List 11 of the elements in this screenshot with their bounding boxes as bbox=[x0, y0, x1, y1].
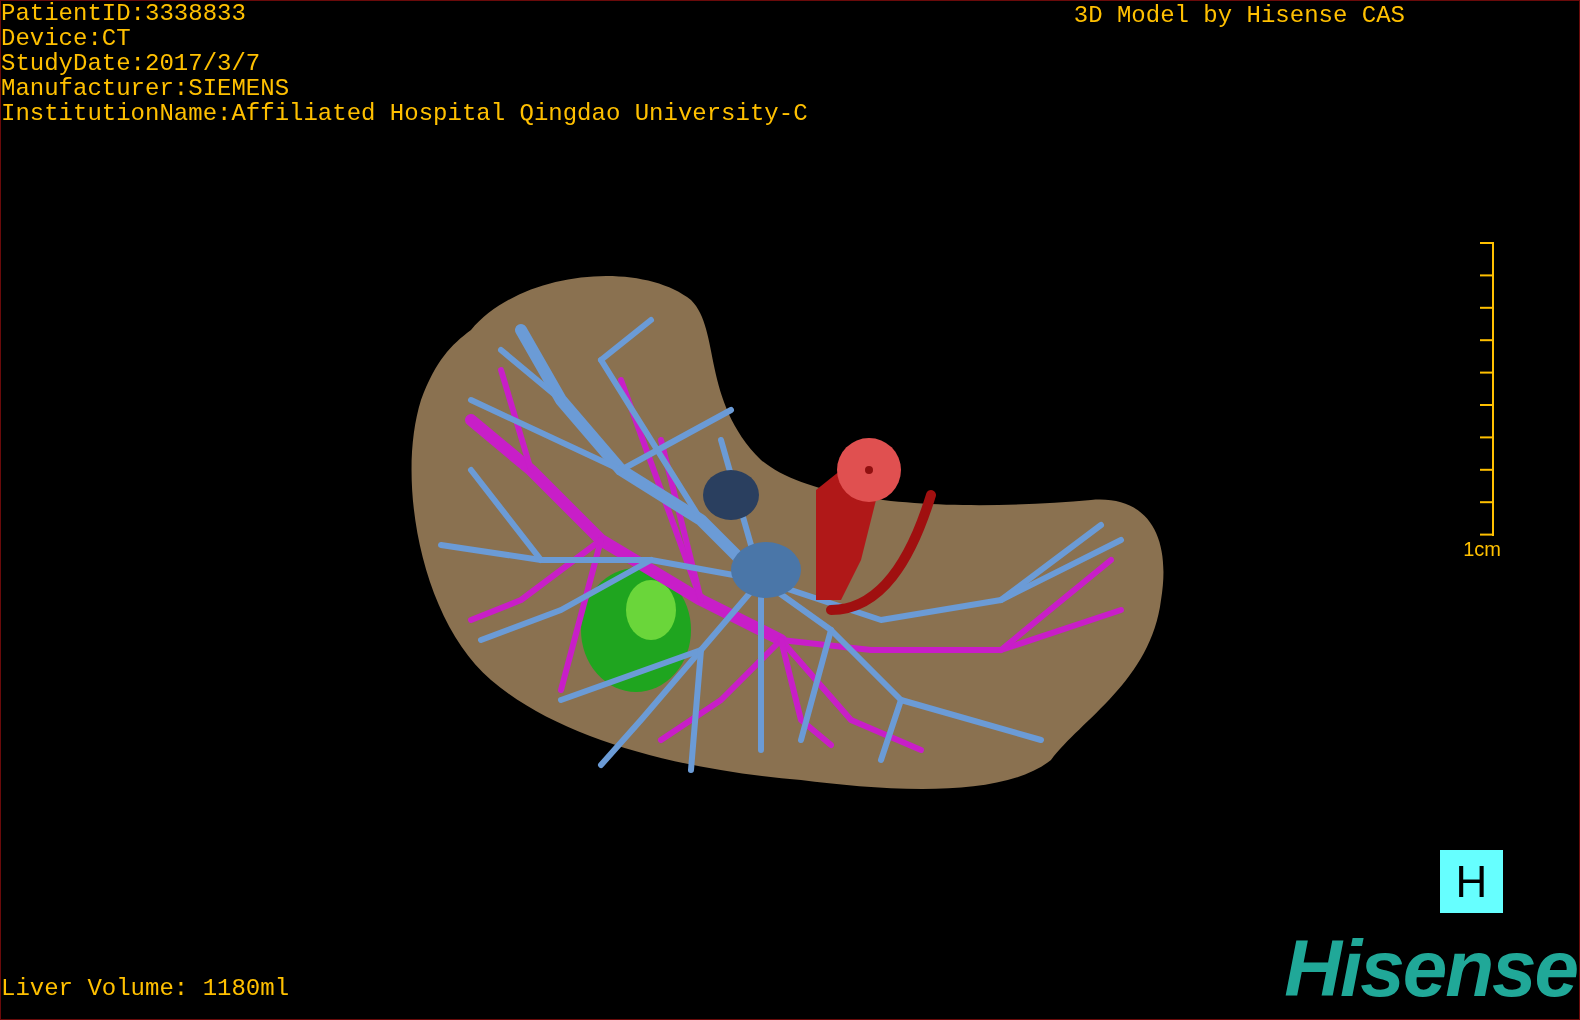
view-orientation-button[interactable]: H bbox=[1440, 850, 1503, 913]
model-credit-text: 3D Model by Hisense CAS bbox=[1073, 1, 1405, 31]
scale-ruler-icon bbox=[1477, 241, 1495, 537]
liver-volume-text: Liver Volume: 1180ml bbox=[1, 975, 290, 1003]
scale-label: 1cm bbox=[1463, 537, 1501, 561]
study-info-text: Device:CT bbox=[1, 26, 132, 51]
study-info-text: StudyDate:2017/3/7 bbox=[1, 51, 262, 76]
study-info-text: PatientID:3338833 bbox=[1, 1, 247, 26]
brand-logo: Hisense bbox=[1284, 933, 1577, 1005]
study-info-text: Manufacturer:SIEMENS bbox=[1, 76, 291, 101]
study-info-text: InstitutionName:Affiliated Hospital Qingdao University-C bbox=[1, 101, 808, 126]
